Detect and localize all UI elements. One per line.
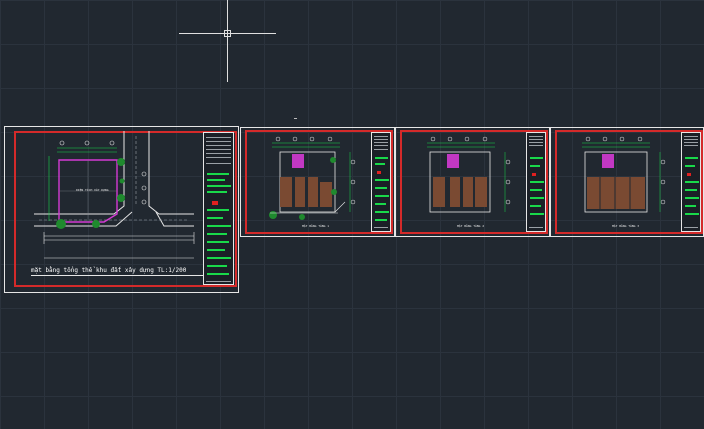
building-footprint-label: DIỆN TÍCH XÂY DỰNG bbox=[76, 188, 109, 192]
caption-underline bbox=[31, 275, 203, 276]
sheet-floor-plan-1[interactable]: MẶT BẰNG TẦNG 1 bbox=[240, 127, 395, 237]
drawing-canvas[interactable]: DIỆN TÍCH XÂY DỰNG mặt bằng tổng thể khu… bbox=[0, 0, 704, 429]
ucs-marker bbox=[294, 118, 297, 119]
sheet-floor-plan-2[interactable]: MẶT BẰNG TẦNG 2 bbox=[395, 127, 550, 237]
sheet-site-plan[interactable]: DIỆN TÍCH XÂY DỰNG mặt bằng tổng thể khu… bbox=[4, 126, 239, 293]
sheet-floor-plan-3[interactable]: MẶT BẰNG TẦNG 3 bbox=[550, 127, 704, 237]
title-block bbox=[203, 132, 234, 285]
title-block bbox=[371, 132, 391, 232]
sheet-caption: MẶT BẰNG TẦNG 3 bbox=[612, 224, 640, 228]
title-block bbox=[681, 132, 701, 232]
title-block bbox=[526, 132, 546, 232]
sheet-caption: mặt bằng tổng thể khu đất xây dựng TL:1/… bbox=[31, 267, 187, 274]
crosshair-cursor-vertical bbox=[227, 0, 228, 82]
sheet-caption: MẶT BẰNG TẦNG 1 bbox=[302, 224, 330, 228]
crosshair-pickbox bbox=[224, 30, 231, 37]
sheet-caption: MẶT BẰNG TẦNG 2 bbox=[457, 224, 485, 228]
